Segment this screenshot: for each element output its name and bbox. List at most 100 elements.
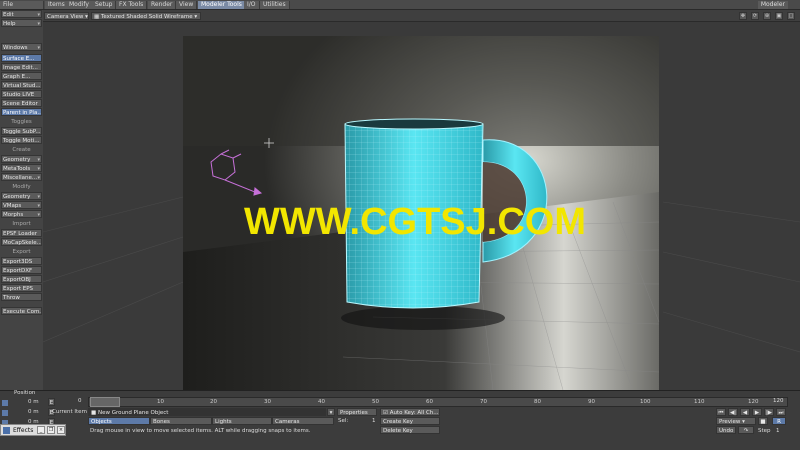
camera-viewport[interactable]: WWW.CGTSJ.COM xyxy=(43,22,800,390)
tab-io[interactable]: I/O xyxy=(244,1,260,9)
camera-view-select[interactable]: Camera View ▾ xyxy=(44,12,89,20)
surface-editor-button[interactable]: Surface E... xyxy=(1,54,42,62)
modeler-button[interactable]: Modeler xyxy=(757,1,788,9)
tab-modeler-tools[interactable]: Modeler Tools xyxy=(198,1,246,9)
preview-select[interactable]: Preview ▾ xyxy=(716,417,756,425)
epsf-loader-button[interactable]: EPSF Loader xyxy=(1,229,42,237)
properties-button[interactable]: Properties xyxy=(337,408,377,416)
mocap-skeleton-button[interactable]: MoCapSkele... xyxy=(1,238,42,246)
tab-fx-tools[interactable]: FX Tools xyxy=(116,1,148,9)
rotate-view-icon[interactable]: ⟳ xyxy=(751,12,759,20)
undo-button[interactable]: Undo xyxy=(716,426,736,434)
throw-button[interactable]: Throw xyxy=(1,293,42,301)
x-axis-toggle[interactable] xyxy=(2,400,8,406)
render-mode-select[interactable]: ▦ Textured Shaded Solid Wireframe ▾ xyxy=(91,12,201,20)
chevron-down-icon: ▾ xyxy=(37,175,40,181)
last-frame-icon[interactable]: ⏭ xyxy=(776,408,786,416)
maximize-view-icon[interactable]: □ xyxy=(787,12,795,20)
frame-ruler[interactable]: 0 10 20 30 40 50 60 70 80 90 100 110 120 xyxy=(88,397,788,407)
tab-utilities[interactable]: Utilities xyxy=(260,1,290,9)
help-label: Help xyxy=(3,21,16,27)
zoom-view-icon[interactable]: ⊕ xyxy=(763,12,771,20)
edit-menu[interactable]: Edit ▾ xyxy=(1,10,42,18)
chevron-down-icon: ▾ xyxy=(37,194,40,200)
minimize-icon[interactable]: _ xyxy=(37,426,45,434)
position-x-value[interactable]: 0 m xyxy=(28,399,39,405)
camera-icon[interactable]: ▣ xyxy=(775,12,783,20)
chevron-down-icon: ▾ xyxy=(37,212,40,218)
windows-label: Windows xyxy=(3,45,28,51)
toggle-subpatch-button[interactable]: Toggle SubP... xyxy=(1,127,42,135)
help-menu[interactable]: Help ▾ xyxy=(1,19,42,27)
parent-in-place-button[interactable]: Parent in Pla... xyxy=(1,108,42,116)
cameras-button[interactable]: Cameras xyxy=(272,417,334,425)
play-backward-icon[interactable]: ◀ xyxy=(740,408,750,416)
modify-geometry-menu[interactable]: Geometry ▾ xyxy=(1,192,42,200)
create-key-button[interactable]: Create Key xyxy=(380,417,440,425)
step-value[interactable]: 1 xyxy=(776,428,780,434)
first-frame-icon[interactable]: ⏮ xyxy=(716,408,726,416)
chevron-down-icon: ▾ xyxy=(194,14,198,20)
bones-button[interactable]: Bones xyxy=(150,417,212,425)
studio-live-button[interactable]: Studio LIVE xyxy=(1,90,42,98)
render-mode-icon: ▦ xyxy=(94,14,100,20)
chevron-down-icon: ▾ xyxy=(37,157,40,163)
play-forward-icon[interactable]: ▶ xyxy=(752,408,762,416)
file-menu[interactable]: File xyxy=(0,1,44,9)
position-y-value[interactable]: 0 m xyxy=(28,409,39,415)
export-dxf-button[interactable]: ExportDXF xyxy=(1,266,42,274)
auto-key-select[interactable]: ☑ Auto Key: All Ch... xyxy=(380,408,440,416)
tab-view[interactable]: View xyxy=(176,1,198,9)
ruler-tick: 100 xyxy=(640,399,651,405)
graph-editor-button[interactable]: Graph E... xyxy=(1,72,42,80)
move-view-icon[interactable]: ✥ xyxy=(739,12,747,20)
import-header: Import xyxy=(12,221,31,227)
scene-editor-button[interactable]: Scene Editor xyxy=(1,99,42,107)
morphs-menu[interactable]: Morphs ▾ xyxy=(1,210,42,218)
ruler-tick: 120 xyxy=(748,399,759,405)
current-item-label: Current Item xyxy=(52,409,87,415)
sel-value: 1 xyxy=(372,418,376,424)
vmaps-menu[interactable]: VMaps ▾ xyxy=(1,201,42,209)
virtual-studio-button[interactable]: Virtual Stud... xyxy=(1,81,42,89)
render-icon[interactable]: R xyxy=(772,417,786,425)
ruler-tick: 110 xyxy=(694,399,705,405)
image-editor-button[interactable]: Image Edit... xyxy=(1,63,42,71)
y-axis-toggle[interactable] xyxy=(2,410,8,416)
create-geometry-menu[interactable]: Geometry ▾ xyxy=(1,155,42,163)
redo-icon[interactable]: ↷ xyxy=(738,426,754,434)
toggle-motion-button[interactable]: Toggle Moti... xyxy=(1,136,42,144)
windows-menu[interactable]: Windows ▾ xyxy=(1,43,42,51)
effects-label: Effects xyxy=(13,427,34,434)
previous-key-icon[interactable]: ◀| xyxy=(728,408,738,416)
tab-modify[interactable]: Modify xyxy=(66,1,93,9)
key-x-button[interactable]: E xyxy=(48,398,55,406)
objects-button[interactable]: Objects xyxy=(88,417,150,425)
metatools-menu[interactable]: MetaTools ▾ xyxy=(1,164,42,172)
left-toolbar: Edit ▾ Help ▾ Windows ▾ Surface E... Image … xyxy=(0,10,43,390)
restore-icon[interactable]: ❐ xyxy=(47,426,55,434)
execute-command-button[interactable]: Execute Com... xyxy=(1,307,42,315)
ruler-tick: 10 xyxy=(157,399,164,405)
timeline-panel: Position 0 m 0 m 0 m E E E 0 0 10 20 30 … xyxy=(0,390,800,450)
effects-window-tab[interactable]: Effects _ ❐ × xyxy=(0,424,66,436)
chevron-down-icon[interactable]: ▾ xyxy=(327,408,335,416)
delete-key-button[interactable]: Delete Key xyxy=(380,426,440,434)
lights-button[interactable]: Lights xyxy=(212,417,272,425)
export-3ds-button[interactable]: Export3DS xyxy=(1,257,42,265)
export-eps-button[interactable]: Export EPS xyxy=(1,284,42,292)
step-label: Step xyxy=(758,428,771,434)
chevron-down-icon: ▾ xyxy=(37,21,40,27)
current-item-select[interactable]: ■ New Ground Plane Object xyxy=(88,408,326,416)
tab-render[interactable]: Render xyxy=(148,1,177,9)
export-obj-button[interactable]: ExportOBJ xyxy=(1,275,42,283)
frame-slider-handle[interactable] xyxy=(90,397,120,407)
morphs-label: Morphs xyxy=(3,212,24,218)
tab-setup[interactable]: Setup xyxy=(92,1,117,9)
stop-icon[interactable]: ■ xyxy=(758,417,768,425)
scene-render: WWW.CGTSJ.COM xyxy=(43,22,800,390)
miscellaneous-menu[interactable]: Miscellane... ▾ xyxy=(1,173,42,181)
ruler-tick: 60 xyxy=(426,399,433,405)
next-key-icon[interactable]: |▶ xyxy=(764,408,774,416)
close-icon[interactable]: × xyxy=(57,426,65,434)
